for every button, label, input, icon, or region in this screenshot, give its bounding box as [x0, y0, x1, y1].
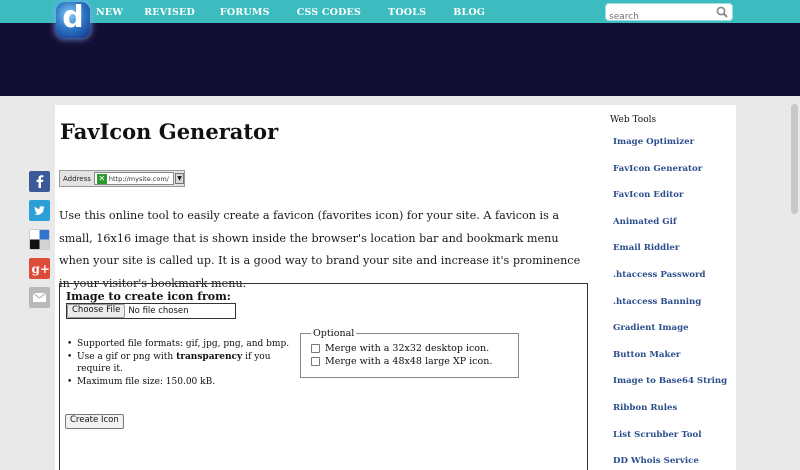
sidebar-item-whois-service[interactable]: DD Whois Service — [613, 450, 727, 470]
delicious-icon[interactable] — [29, 229, 50, 250]
sidebar-item-email-riddler[interactable]: Email Riddler — [613, 237, 727, 264]
sidebar-item-image-optimizer[interactable]: Image Optimizer — [613, 131, 727, 158]
file-rules-list: Supported file formats: gif, jpg, png, a… — [66, 338, 300, 388]
nav-links: NEW REVISED FORUMS CSS CODES TOOLS BLOG — [96, 0, 485, 23]
sidebar-item-favicon-generator[interactable]: FavIcon Generator — [613, 158, 727, 185]
sidebar-item-list-scrubber[interactable]: List Scrubber Tool — [613, 424, 727, 451]
nav-tools[interactable]: TOOLS — [388, 0, 426, 23]
optional-legend: Optional — [313, 328, 355, 339]
sidebar-item-favicon-editor[interactable]: FavIcon Editor — [613, 184, 727, 211]
logo-letter: d — [62, 0, 84, 35]
rule-formats: Supported file formats: gif, jpg, png, a… — [66, 338, 300, 351]
file-status: No file chosen — [128, 306, 189, 316]
sidebar-item-animated-gif[interactable]: Animated Gif — [613, 211, 727, 238]
tool-description: Use this online tool to easily create a … — [59, 209, 581, 290]
favicon-icon: ✕ — [96, 173, 107, 184]
site-logo[interactable]: d — [56, 0, 90, 38]
option-xp-label: Merge with a 48x48 large XP icon. — [325, 356, 493, 367]
address-url: http://mysite.com/ — [108, 174, 169, 183]
file-input[interactable]: Choose File No file chosen — [66, 303, 236, 319]
xp-icon-checkbox[interactable] — [311, 357, 320, 366]
desktop-icon-checkbox[interactable] — [311, 344, 320, 353]
form-heading: Image to create icon from: — [66, 290, 231, 303]
sidebar-item-ribbon-rules[interactable]: Ribbon Rules — [613, 397, 727, 424]
sidebar-item-htaccess-banning[interactable]: .htaccess Banning — [613, 291, 727, 318]
nav-blog[interactable]: BLOG — [453, 0, 485, 23]
sidebar-item-image-to-base64[interactable]: Image to Base64 String — [613, 370, 727, 397]
option-xp-icon: Merge with a 48x48 large XP icon. — [311, 355, 510, 368]
svg-text:g+: g+ — [32, 262, 50, 276]
email-icon[interactable] — [29, 287, 50, 308]
option-desktop-icon: Merge with a 32x32 desktop icon. — [311, 342, 510, 355]
rule-max-size: Maximum file size: 150.00 kB. — [66, 376, 300, 389]
top-nav-bar: NEW REVISED FORUMS CSS CODES TOOLS BLOG — [0, 0, 800, 25]
facebook-icon[interactable] — [29, 171, 50, 192]
sidebar-item-gradient-image[interactable]: Gradient Image — [613, 317, 727, 344]
rule-transparency-bold: transparency — [176, 351, 243, 362]
rule-transparency-pre: Use a gif or png with — [77, 351, 177, 362]
page-title: FavIcon Generator — [60, 119, 279, 144]
create-icon-button[interactable]: Create Icon — [65, 414, 124, 429]
scrollbar-thumb[interactable] — [791, 104, 798, 214]
address-label: Address — [63, 174, 91, 183]
google-plus-icon[interactable]: g+ — [29, 258, 50, 279]
sidebar-item-htaccess-password[interactable]: .htaccess Password — [613, 264, 727, 291]
twitter-icon[interactable] — [29, 200, 50, 221]
rule-transparency: Use a gif or png with transparency if yo… — [66, 351, 300, 376]
search-icon[interactable] — [716, 6, 728, 18]
dropdown-arrow-icon: ▼ — [175, 173, 184, 184]
sidebar-item-button-maker[interactable]: Button Maker — [613, 344, 727, 371]
nav-new[interactable]: NEW — [96, 0, 123, 23]
search-box — [605, 3, 733, 25]
choose-file-button[interactable]: Choose File — [67, 304, 126, 318]
nav-css-codes[interactable]: CSS CODES — [297, 0, 361, 23]
nav-forums[interactable]: FORUMS — [220, 0, 270, 23]
header-banner — [0, 23, 800, 96]
web-tools-list: Image Optimizer FavIcon Generator FavIco… — [613, 131, 727, 470]
option-desktop-label: Merge with a 32x32 desktop icon. — [325, 343, 490, 354]
optional-fieldset: Optional Merge with a 32x32 desktop icon… — [300, 328, 519, 378]
page-scrollbar[interactable] — [789, 96, 800, 470]
address-bar-illustration: Address ✕ http://mysite.com/ ▼ — [59, 170, 185, 187]
address-field: ✕ http://mysite.com/ — [93, 172, 175, 185]
upload-form: Image to create icon from: Choose File N… — [59, 283, 588, 470]
sidebar-title: Web Tools — [610, 115, 657, 125]
nav-revised[interactable]: REVISED — [144, 0, 195, 23]
